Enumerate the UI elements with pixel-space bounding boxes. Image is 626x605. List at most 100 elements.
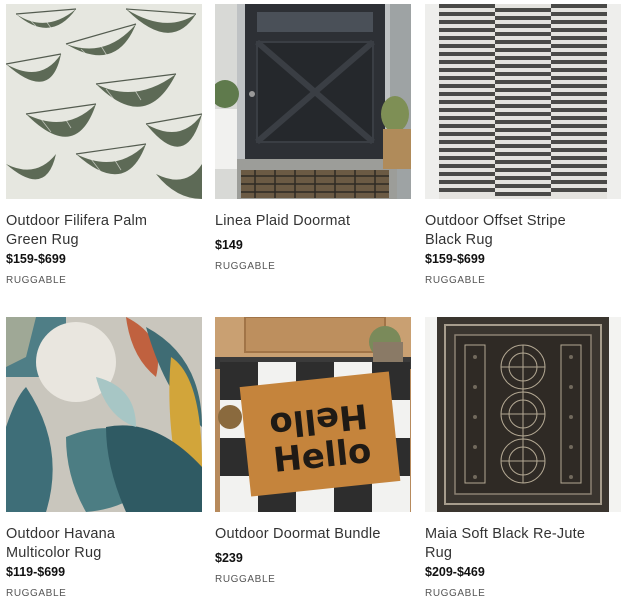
stripe (551, 20, 607, 24)
stripe (495, 144, 551, 148)
product-title-line[interactable]: Green Rug (6, 231, 202, 250)
stripe (551, 188, 607, 192)
stripe (551, 132, 607, 136)
stripe (551, 164, 607, 168)
stripe (439, 180, 495, 184)
stripe (439, 20, 495, 24)
stripe (495, 160, 551, 164)
product-price: $209-$469 (425, 565, 485, 579)
product-image-stripe-rug[interactable] (425, 4, 621, 199)
stripe (495, 136, 551, 140)
product-price: $119-$699 (6, 565, 66, 579)
stripe (495, 168, 551, 172)
stripe (495, 80, 551, 84)
stripe (439, 148, 495, 152)
product-price: $149 (215, 238, 243, 252)
product-card-maia[interactable]: Maia Soft Black Re-Jute Rug $209-$469 RU… (425, 317, 621, 599)
product-title[interactable]: Outdoor Havana Multicolor Rug (6, 525, 202, 563)
stripe (439, 140, 495, 144)
stripe (495, 24, 551, 28)
product-title-line[interactable]: Linea Plaid Doormat (215, 212, 411, 231)
stripe (439, 108, 495, 112)
stripe (439, 4, 495, 8)
stripe (439, 68, 495, 72)
stripe (495, 104, 551, 108)
stripe (551, 28, 607, 32)
product-brand: RUGGABLE (6, 275, 67, 286)
stripe (495, 48, 551, 52)
stripe (495, 120, 551, 124)
stripe (495, 192, 551, 196)
stripe (439, 60, 495, 64)
stripe (551, 148, 607, 152)
product-title-line[interactable]: Maia Soft Black Re-Jute (425, 525, 621, 544)
stripe (439, 36, 495, 40)
product-card-doormat-bundle[interactable]: Hello Hello Outdoor Doormat Bundle $239 … (215, 317, 411, 585)
product-title-line[interactable]: Outdoor Offset Stripe (425, 212, 621, 231)
stripe (551, 12, 607, 16)
stripe (439, 172, 495, 176)
stripe (495, 40, 551, 44)
product-image-palm-rug[interactable] (6, 4, 202, 199)
product-brand: RUGGABLE (425, 275, 486, 286)
product-image-maia-rug[interactable] (425, 317, 621, 512)
product-title-line[interactable]: Outdoor Havana (6, 525, 202, 544)
stripe (551, 68, 607, 72)
product-title-line[interactable]: Outdoor Filifera Palm (6, 212, 202, 231)
product-title[interactable]: Outdoor Filifera Palm Green Rug (6, 212, 202, 250)
stripe (495, 176, 551, 180)
stripe (551, 36, 607, 40)
stripe (495, 88, 551, 92)
product-price: $239 (215, 551, 243, 565)
stripe (439, 116, 495, 120)
product-title-line[interactable]: Rug (425, 544, 621, 563)
product-title[interactable]: Outdoor Offset Stripe Black Rug (425, 212, 621, 250)
product-title-line[interactable]: Outdoor Doormat Bundle (215, 525, 411, 544)
product-title[interactable]: Outdoor Doormat Bundle (215, 525, 411, 544)
product-image-plaid-doormat[interactable] (215, 4, 411, 199)
stripe (495, 112, 551, 116)
stripe (439, 124, 495, 128)
stripe (551, 124, 607, 128)
product-grid: Outdoor Filifera Palm Green Rug $159-$69… (0, 0, 626, 605)
product-card-filifera-palm[interactable]: Outdoor Filifera Palm Green Rug $159-$69… (6, 4, 202, 286)
stripe (551, 100, 607, 104)
stripe (495, 64, 551, 68)
stripe (495, 8, 551, 12)
stripe (551, 84, 607, 88)
stripe (551, 180, 607, 184)
product-brand: RUGGABLE (425, 588, 486, 599)
stripe (495, 56, 551, 60)
stripe (439, 164, 495, 168)
stripe (551, 60, 607, 64)
product-title-line[interactable]: Multicolor Rug (6, 544, 202, 563)
stripe (551, 92, 607, 96)
product-title-line[interactable]: Black Rug (425, 231, 621, 250)
product-title[interactable]: Linea Plaid Doormat (215, 212, 411, 231)
stripe (551, 52, 607, 56)
stripe (439, 76, 495, 80)
stripe (439, 84, 495, 88)
stripe (495, 128, 551, 132)
stripe (551, 108, 607, 112)
stripe (551, 116, 607, 120)
stripe (551, 172, 607, 176)
product-image-hello-doormat[interactable]: Hello Hello (215, 317, 411, 512)
stripe (439, 132, 495, 136)
product-card-linea-plaid[interactable]: Linea Plaid Doormat $149 RUGGABLE (215, 4, 411, 272)
stripe (551, 4, 607, 8)
product-image-havana-rug[interactable] (6, 317, 202, 512)
stripe (439, 28, 495, 32)
product-card-havana[interactable]: Outdoor Havana Multicolor Rug $119-$699 … (6, 317, 202, 599)
stripe (551, 76, 607, 80)
stripe (439, 12, 495, 16)
stripe (495, 16, 551, 20)
product-price: $159-$699 (6, 252, 66, 266)
stripe (551, 44, 607, 48)
product-brand: RUGGABLE (215, 261, 276, 272)
product-brand: RUGGABLE (6, 588, 67, 599)
product-title[interactable]: Maia Soft Black Re-Jute Rug (425, 525, 621, 563)
stripe (495, 32, 551, 36)
product-card-offset-stripe[interactable]: Outdoor Offset Stripe Black Rug $159-$69… (425, 4, 621, 286)
stripe (439, 188, 495, 192)
